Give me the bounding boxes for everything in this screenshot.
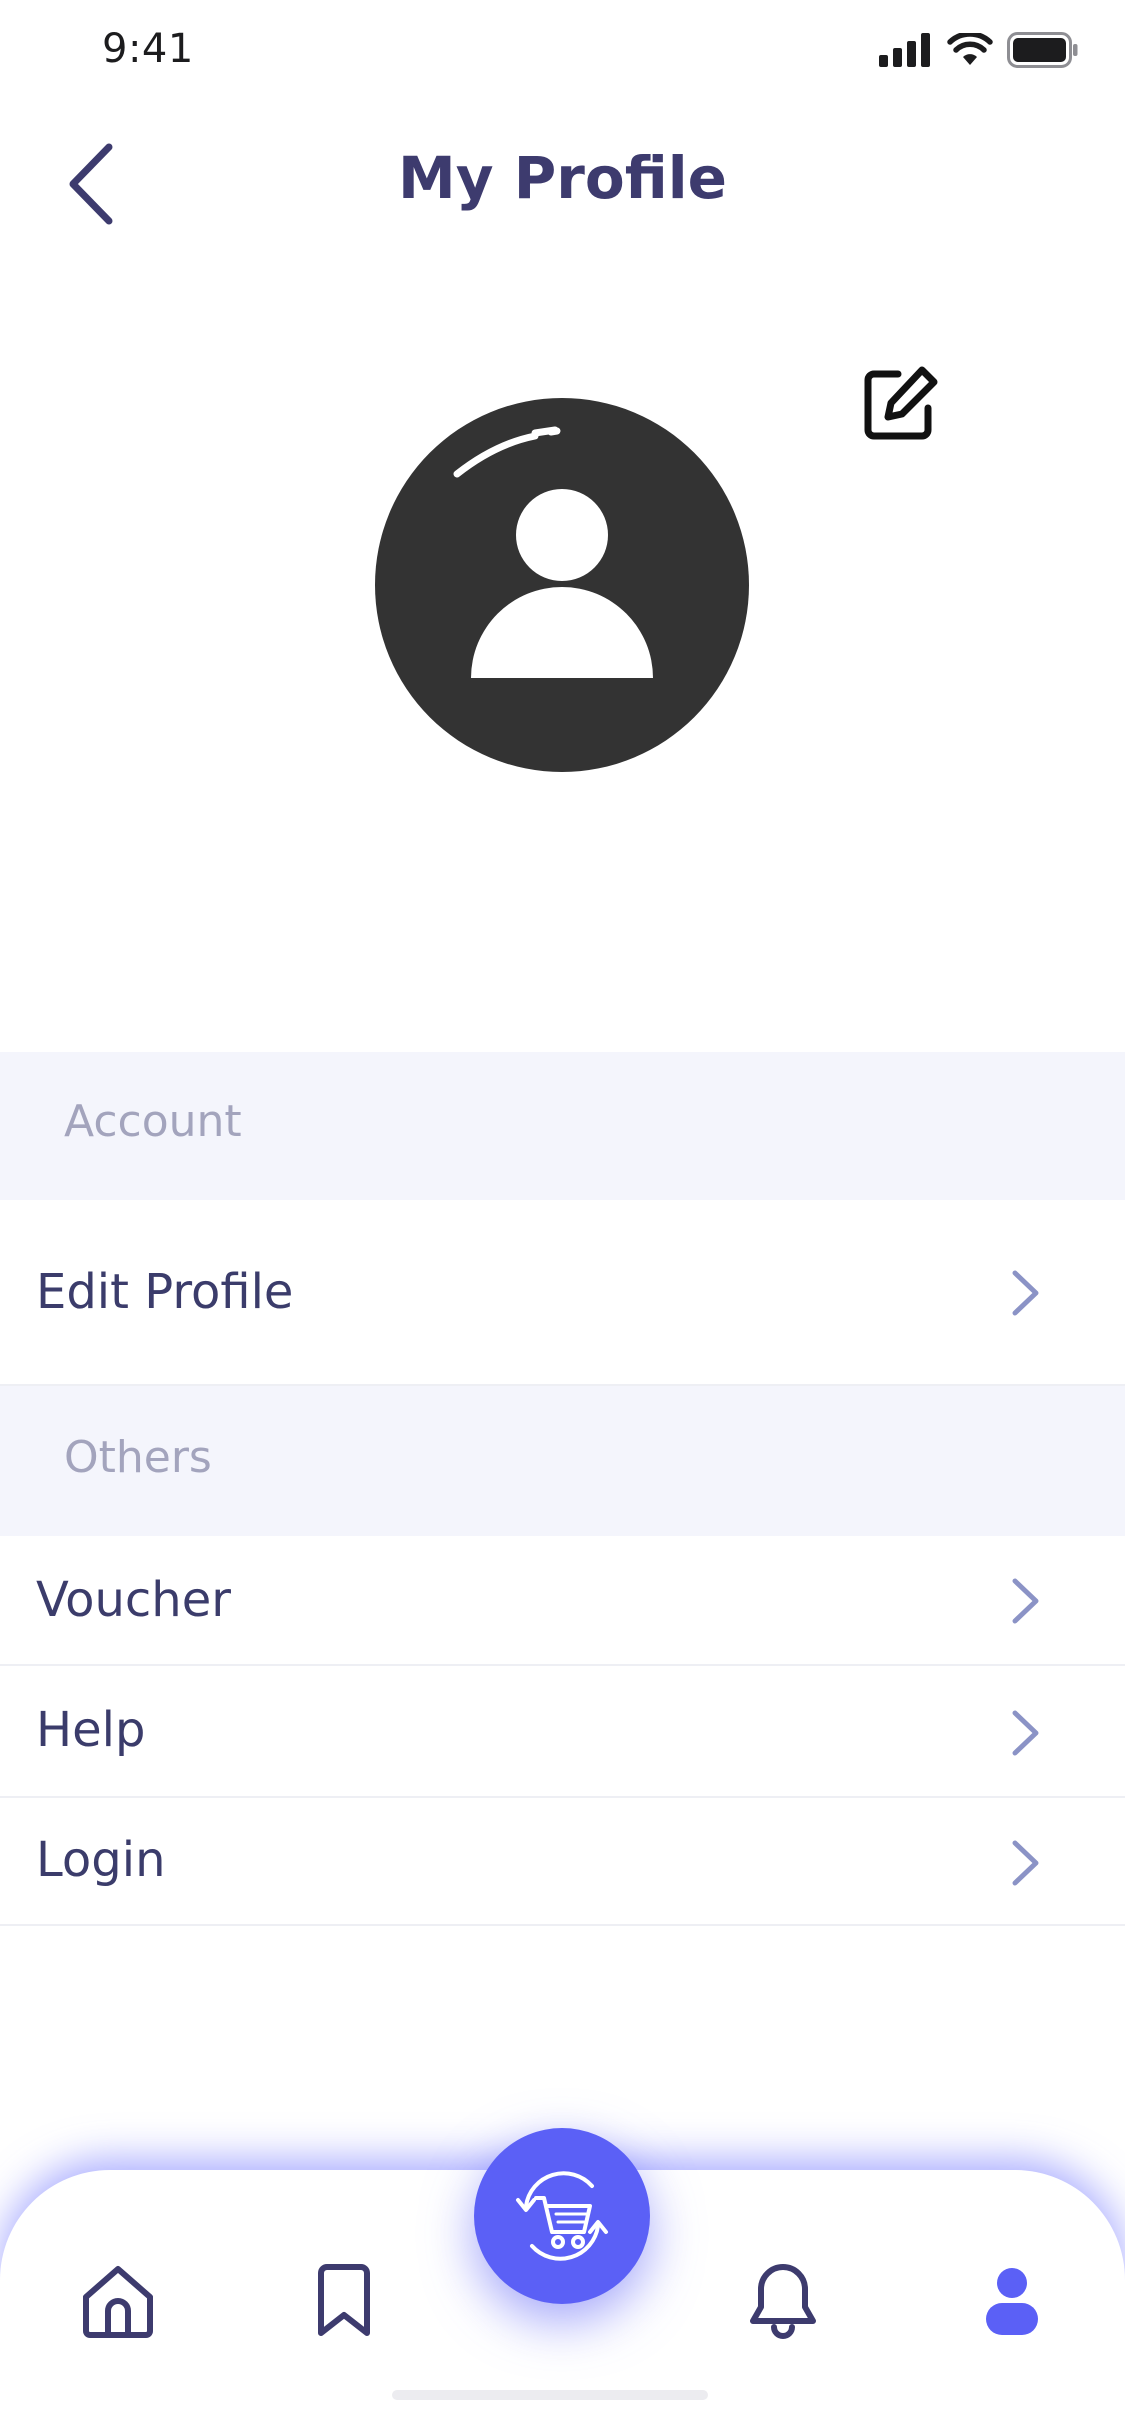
wifi-icon [947, 33, 993, 65]
menu-item-edit-profile[interactable]: Edit Profile [0, 1200, 1125, 1386]
chevron-right-icon [1012, 1840, 1039, 1886]
chevron-right-icon [1012, 1710, 1039, 1756]
profile-screen: 9:41 My Profile Account Edit Profile Oth… [0, 0, 1125, 2436]
status-time: 9:41 [102, 26, 194, 72]
cellular-signal-icon [879, 33, 930, 67]
menu-item-label: Voucher [36, 1572, 231, 1628]
nav-bookmark-button[interactable] [299, 2256, 389, 2346]
avatar [375, 398, 749, 772]
edit-square-icon [864, 366, 938, 440]
menu-item-label: Login [36, 1832, 166, 1888]
battery-icon [1007, 32, 1078, 68]
menu-item-login[interactable]: Login [0, 1798, 1125, 1926]
menu-item-voucher[interactable]: Voucher [0, 1536, 1125, 1666]
home-indicator [392, 2390, 708, 2400]
edit-profile-photo-button[interactable] [862, 364, 940, 442]
nav-notifications-button[interactable] [738, 2256, 828, 2346]
section-label-account: Account [64, 1096, 242, 1147]
cart-swap-icon [516, 2171, 608, 2261]
section-header-others: Others [0, 1386, 1125, 1536]
section-header-account: Account [0, 1052, 1125, 1200]
section-label-others: Others [64, 1432, 212, 1483]
status-bar: 9:41 [0, 0, 1125, 110]
bell-icon [750, 2264, 816, 2339]
cart-fab-button[interactable] [474, 2128, 650, 2304]
status-icons [879, 32, 1079, 68]
menu-item-help[interactable]: Help [0, 1666, 1125, 1798]
menu-item-label: Edit Profile [36, 1264, 294, 1320]
bookmark-icon [318, 2264, 370, 2336]
page-title: My Profile [398, 144, 727, 212]
menu-item-label: Help [36, 1702, 146, 1758]
nav-profile-button[interactable] [967, 2256, 1057, 2346]
chevron-right-icon [1012, 1270, 1039, 1316]
user-avatar-icon [453, 426, 653, 678]
nav-home-button[interactable] [73, 2256, 163, 2346]
profile-icon [986, 2268, 1038, 2335]
home-icon [83, 2266, 153, 2338]
chevron-right-icon [1012, 1578, 1039, 1624]
